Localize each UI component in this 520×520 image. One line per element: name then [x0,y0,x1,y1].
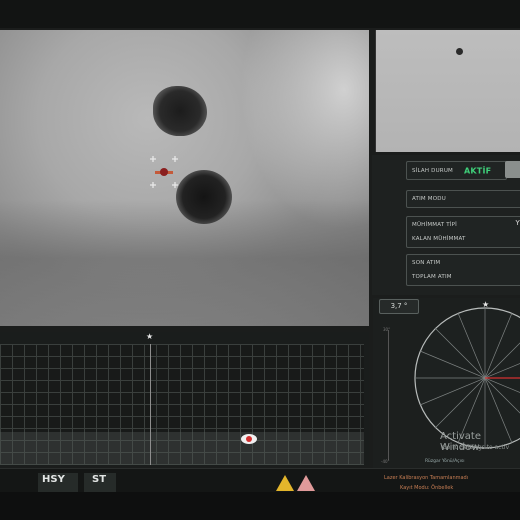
toplam-atim-label: TOPLAM ATIM [412,274,452,280]
grid-ground-band [0,432,364,465]
main-camera-feed[interactable] [0,30,369,326]
warning-yellow-icon[interactable] [276,475,294,491]
elevation-scale[interactable] [388,330,389,460]
silah-durum-label: SİLAH DURUM [412,167,454,174]
silah-durum-status: AKTİF [464,166,492,175]
grid-star-icon: ★ [146,332,154,341]
muhimmat-group: MÜHİMMAT TİPİ Y KALAN MÜHİMMAT [406,216,520,248]
record-message: Kayıt Modu: Önbellek [400,485,454,491]
svg-text:★: ★ [482,300,489,309]
haze-area [0,200,369,326]
silah-durum-row: SİLAH DURUM AKTİF [406,161,507,180]
muhimmat-tipi-value: Y [515,219,520,227]
watermark-subtitle: Go to Settings to activ [442,444,510,451]
secondary-target-dot [456,48,463,55]
bottom-bar [0,492,520,520]
target-reticle-icon[interactable] [146,154,182,190]
laser-message: Lazer Kalibrasyon Tamamlanmadı [384,475,469,481]
atim-modu-row[interactable]: ATIM MODU [406,190,520,208]
son-atim-label: SON ATIM [412,260,441,266]
target-blob-lower [176,170,232,224]
target-blob-upper [153,86,207,136]
muhimmat-tipi-label: MÜHİMMAT TİPİ [412,222,457,228]
kalan-muhimmat-label: KALAN MÜHİMMAT [412,236,466,242]
target-marker-icon[interactable] [240,433,258,445]
hsy-label: HSY [42,474,65,485]
radar-legend: Rüzgar Yönü/Açısı [425,459,465,464]
atim-group: SON ATIM TOPLAM ATIM [406,254,520,286]
st-label: ST [92,474,107,485]
grid-center-line [150,344,151,465]
atim-modu-label: ATIM MODU [412,196,446,202]
status-tag[interactable] [505,161,520,178]
scale-top-label: 30° [383,327,391,332]
top-bar [0,0,520,28]
scale-bottom-label: -40° [381,459,390,464]
secondary-camera-feed[interactable] [375,30,520,152]
warning-pink-icon[interactable] [297,475,315,491]
